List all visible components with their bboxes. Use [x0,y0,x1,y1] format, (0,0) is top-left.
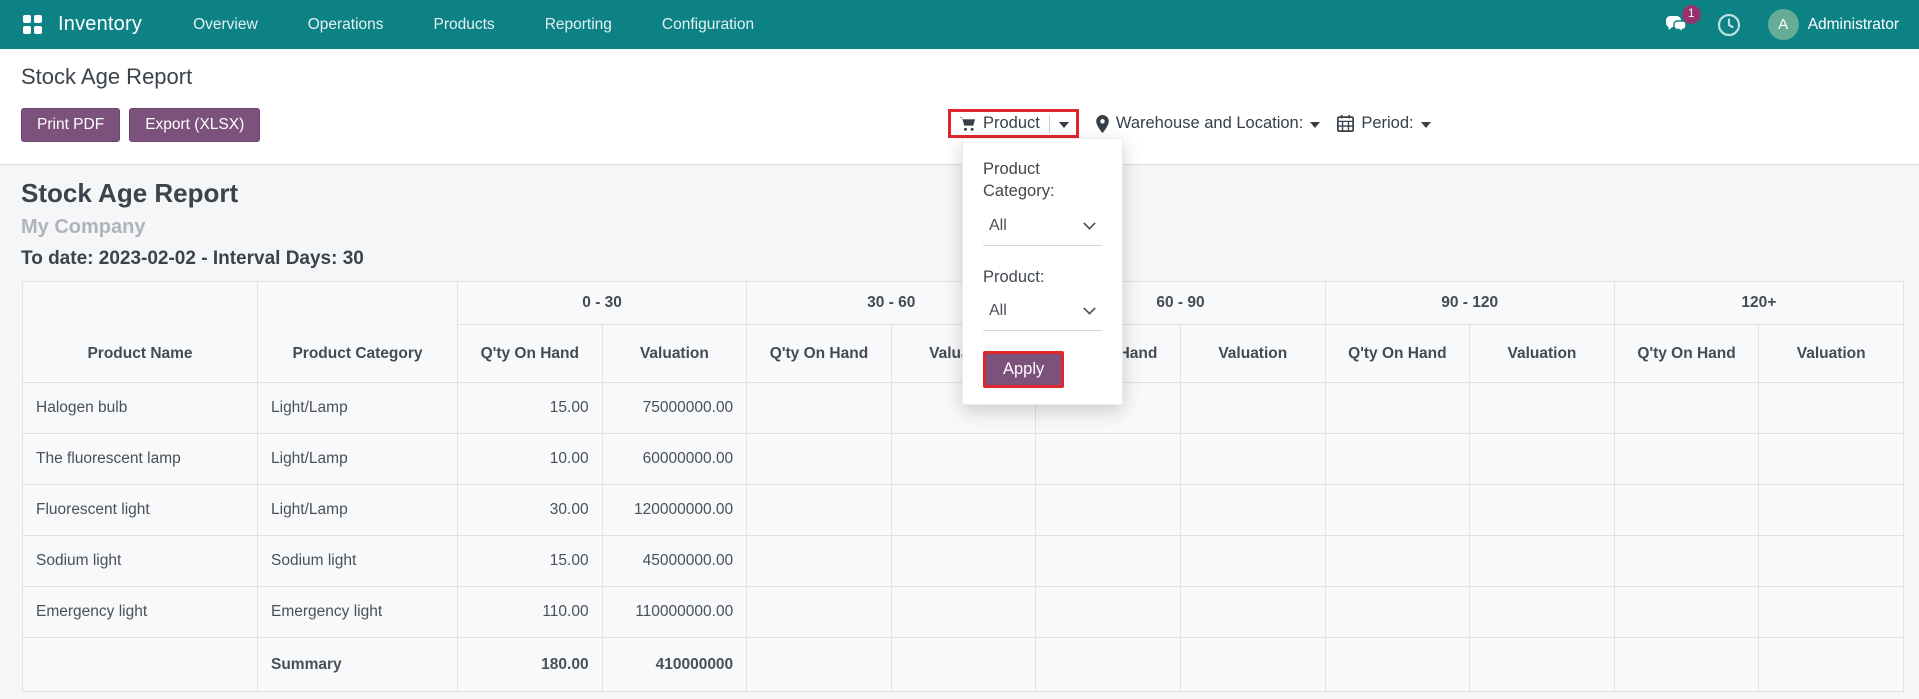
valuation-cell: 120000000.00 [601,484,748,536]
table-row: The fluorescent lamp Light/Lamp 10.00 60… [22,433,1904,485]
main-menu: Overview Operations Products Reporting C… [168,0,779,49]
valuation-cell: 60000000.00 [601,433,748,485]
product-filter-button[interactable]: Product [948,109,1079,138]
app-name[interactable]: Inventory [58,13,142,36]
messages-button[interactable]: 1 [1664,4,1701,38]
col-qty-120plus: Q'ty On Hand [1613,324,1760,383]
col-product-name: Product Name [22,281,258,383]
summary-valuation: 410000000 [601,637,748,692]
apps-menu-button[interactable] [14,0,50,49]
qty-cell: 10.00 [457,433,603,485]
col-qty-90-120: Q'ty On Hand [1324,324,1471,383]
divider [1048,114,1050,133]
filter-bar: Product Warehouse and Location: Period: [948,109,1431,138]
print-pdf-button[interactable]: Print PDF [21,108,121,142]
col-val-0-30: Valuation [601,324,748,383]
group-120plus: 120+ [1613,281,1905,325]
warehouse-filter-label: Warehouse and Location: [1115,114,1304,132]
avatar: A [1767,9,1799,40]
menu-item-products[interactable]: Products [409,0,520,49]
summary-qty: 180.00 [457,637,603,692]
chevron-down-icon [1083,217,1096,230]
report-content: Stock Age Report My Company To date: 202… [0,165,1919,692]
user-name: Administrator [1807,15,1899,33]
company-name: My Company [21,216,146,238]
product-value: All [989,301,1007,319]
valuation-cell: 75000000.00 [601,382,748,434]
col-qty-0-30: Q'ty On Hand [457,324,603,383]
summary-label: Summary [257,637,458,692]
group-90-120: 90 - 120 [1324,281,1615,325]
qty-cell: 15.00 [457,535,603,587]
caret-down-icon [1310,121,1321,128]
page-header: Stock Age Report Print PDF Export (XLSX)… [0,49,1919,405]
product-category-cell: Light/Lamp [257,382,458,434]
col-product-category: Product Category [257,281,458,383]
product-filter-label: Product [983,114,1040,132]
menu-item-overview[interactable]: Overview [168,0,283,49]
product-name-cell: Fluorescent light [22,484,258,536]
page-title: Stock Age Report [21,64,193,89]
table-row: Emergency light Emergency light 110.00 1… [22,586,1904,638]
summary-row: Summary 180.00 410000000 [22,637,1904,692]
product-category-cell: Emergency light [257,586,458,638]
product-select[interactable]: All [983,300,1102,331]
product-label: Product: [983,267,1045,286]
product-category-value: All [989,216,1007,234]
warehouse-filter-button[interactable]: Warehouse and Location: [1096,114,1321,133]
product-category-cell: Sodium light [257,535,458,587]
apply-button[interactable]: Apply [983,350,1065,388]
apps-grid-icon [22,15,42,34]
valuation-cell: 45000000.00 [601,535,748,587]
product-category-select[interactable]: All [983,215,1102,246]
table-row: Fluorescent light Light/Lamp 30.00 12000… [22,484,1904,536]
product-category-cell: Light/Lamp [257,433,458,485]
user-menu[interactable]: A Administrator [1767,9,1899,40]
product-filter-dropdown: Product Category: All Product: All Apply [962,138,1123,405]
export-xlsx-button[interactable]: Export (XLSX) [129,108,261,142]
systray: 1 A Administrator [1664,4,1905,40]
product-name-cell: Sodium light [22,535,258,587]
col-val-60-90: Valuation [1179,324,1326,383]
clock-icon [1717,13,1740,36]
activities-button[interactable] [1716,12,1742,38]
caret-down-icon [1420,121,1431,128]
product-category-label: Product Category: [983,160,1055,201]
group-0-30: 0 - 30 [456,281,748,325]
col-qty-30-60: Q'ty On Hand [746,324,892,383]
col-val-90-120: Valuation [1469,324,1615,383]
qty-cell: 15.00 [457,382,603,434]
product-category-cell: Light/Lamp [257,484,458,536]
menu-item-configuration[interactable]: Configuration [637,0,779,49]
report-subtitle: To date: 2023-02-02 - Interval Days: 30 [21,248,364,269]
product-name-cell: The fluorescent lamp [22,433,258,485]
period-filter-label: Period: [1361,114,1414,132]
menu-item-reporting[interactable]: Reporting [520,0,637,49]
chevron-down-icon [1083,302,1096,316]
cart-icon [960,116,975,131]
qty-cell: 30.00 [457,484,603,536]
qty-cell: 110.00 [457,586,603,638]
valuation-cell: 110000000.00 [601,586,748,638]
top-navbar: Inventory Overview Operations Products R… [0,0,1919,49]
messages-count-badge: 1 [1681,4,1701,24]
table-row: Sodium light Sodium light 15.00 45000000… [22,535,1904,587]
product-name-cell: Emergency light [22,586,258,638]
period-filter-button[interactable]: Period: [1337,114,1431,133]
report-title: Stock Age Report [21,178,239,208]
map-marker-icon [1096,114,1109,133]
product-name-cell: Halogen bulb [22,382,258,434]
calendar-icon [1337,115,1355,132]
menu-item-operations[interactable]: Operations [283,0,409,49]
action-buttons: Print PDF Export (XLSX) [21,108,261,142]
caret-down-icon [1058,121,1069,128]
col-val-120plus: Valuation [1758,324,1904,383]
